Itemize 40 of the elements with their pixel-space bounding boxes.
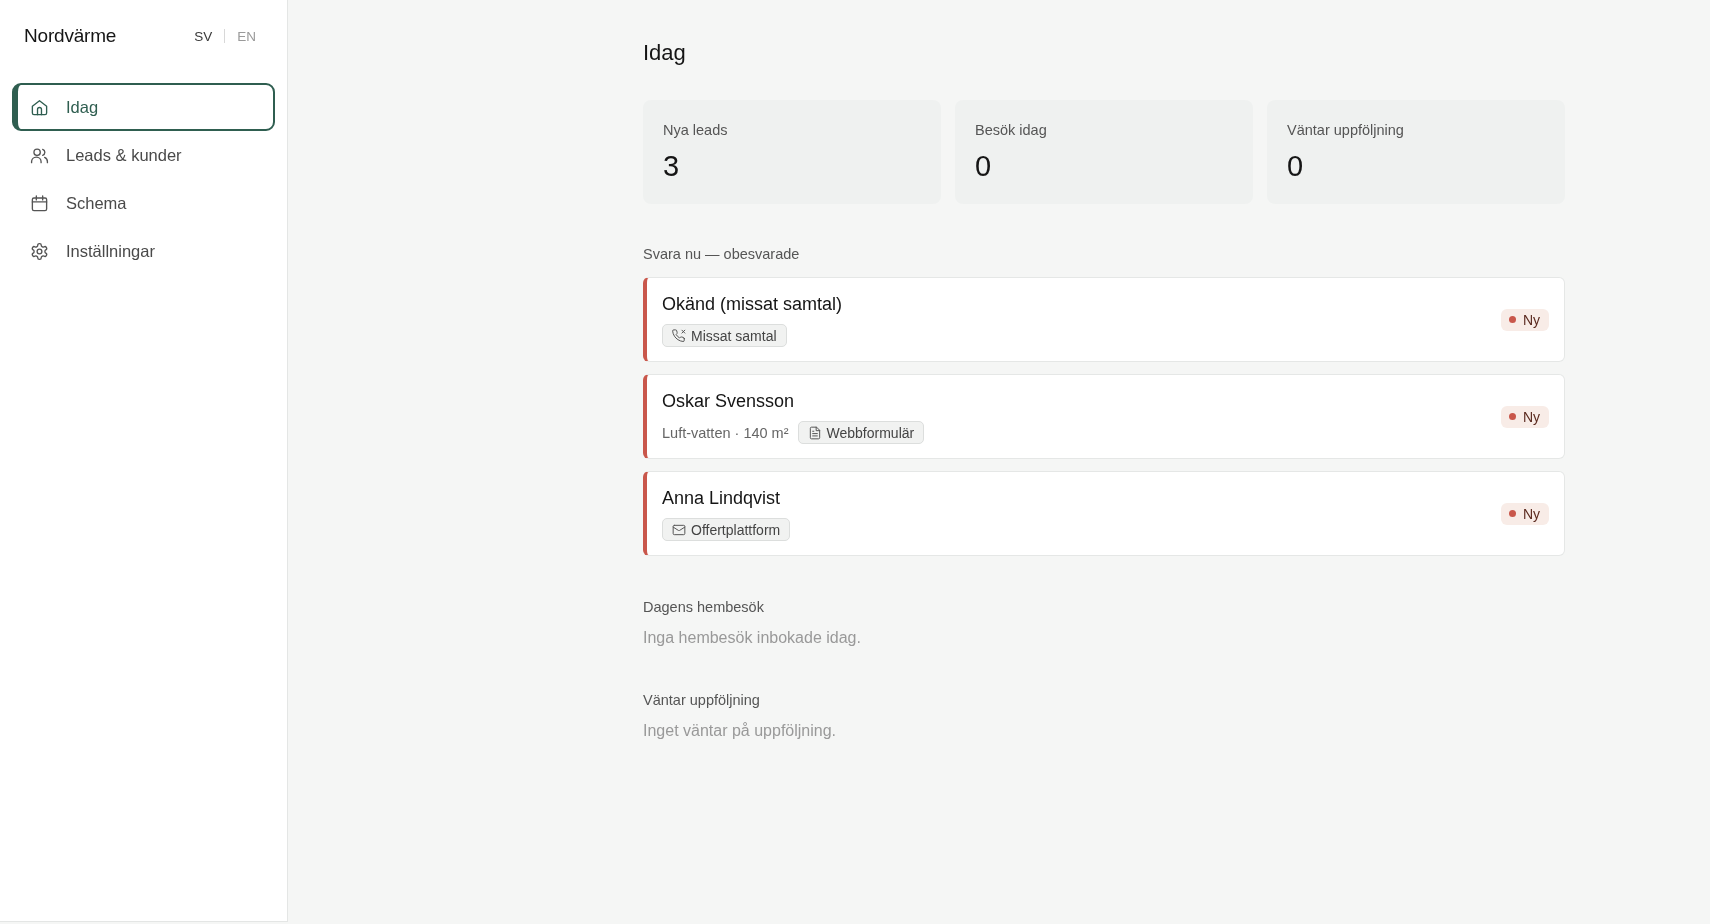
stat-value: 3 xyxy=(663,149,681,183)
source-label: Missat samtal xyxy=(691,327,777,344)
dot-icon xyxy=(1508,413,1516,420)
nav-item[interactable]: Leads & kunder xyxy=(12,131,275,179)
settings-icon xyxy=(30,241,49,261)
status-label: Ny xyxy=(1522,505,1540,522)
empty-message: Inget väntar på uppföljning. xyxy=(643,721,838,741)
language-option[interactable]: SV xyxy=(192,28,215,44)
nav-item[interactable]: Inställningar xyxy=(12,227,275,275)
stat-value: 0 xyxy=(975,149,993,183)
status-label: Ny xyxy=(1522,311,1540,328)
lead-name: Oskar Svensson xyxy=(662,390,796,413)
page-title: Idag xyxy=(643,39,687,67)
source-label: Offertplattform xyxy=(691,521,781,538)
brand-name: Nordvärme xyxy=(24,25,117,47)
lead-card[interactable]: Anna Lindqvist Offertplattform Ny xyxy=(643,471,1565,556)
document-icon xyxy=(807,425,822,440)
nav-item[interactable]: Schema xyxy=(12,179,275,227)
stat-value: 0 xyxy=(1287,149,1305,183)
section-heading: Dagens hembesök xyxy=(643,598,765,617)
section-heading: Svara nu — obesvarade xyxy=(643,245,801,264)
missed-call-icon xyxy=(672,328,686,343)
dot-icon xyxy=(1508,316,1516,323)
calendar-icon xyxy=(30,193,49,213)
nav-item[interactable]: Idag xyxy=(12,83,275,131)
stat-label: Nya leads xyxy=(663,121,729,140)
home-icon xyxy=(30,97,49,117)
source-label: Webbformulär xyxy=(826,424,915,441)
lead-card[interactable]: Okänd (missat samtal) Missat samtal Ny xyxy=(643,277,1565,362)
lead-card[interactable]: Oskar Svensson Luft-vatten · 140 m² Webbformulär Ny xyxy=(643,374,1565,459)
lead-name: Okänd (missat samtal) xyxy=(662,293,844,316)
lead-details: Luft-vatten · 140 m² xyxy=(662,424,789,441)
envelope-icon xyxy=(672,522,686,537)
lead-name: Anna Lindqvist xyxy=(662,487,782,510)
section-heading: Väntar uppföljning xyxy=(643,691,761,710)
empty-message: Inga hembesök inbokade idag. xyxy=(643,628,862,648)
stat-label: Väntar uppföljning xyxy=(1287,121,1405,140)
status-label: Ny xyxy=(1522,408,1540,425)
stat-label: Besök idag xyxy=(975,121,1048,140)
dot-icon xyxy=(1508,510,1516,517)
